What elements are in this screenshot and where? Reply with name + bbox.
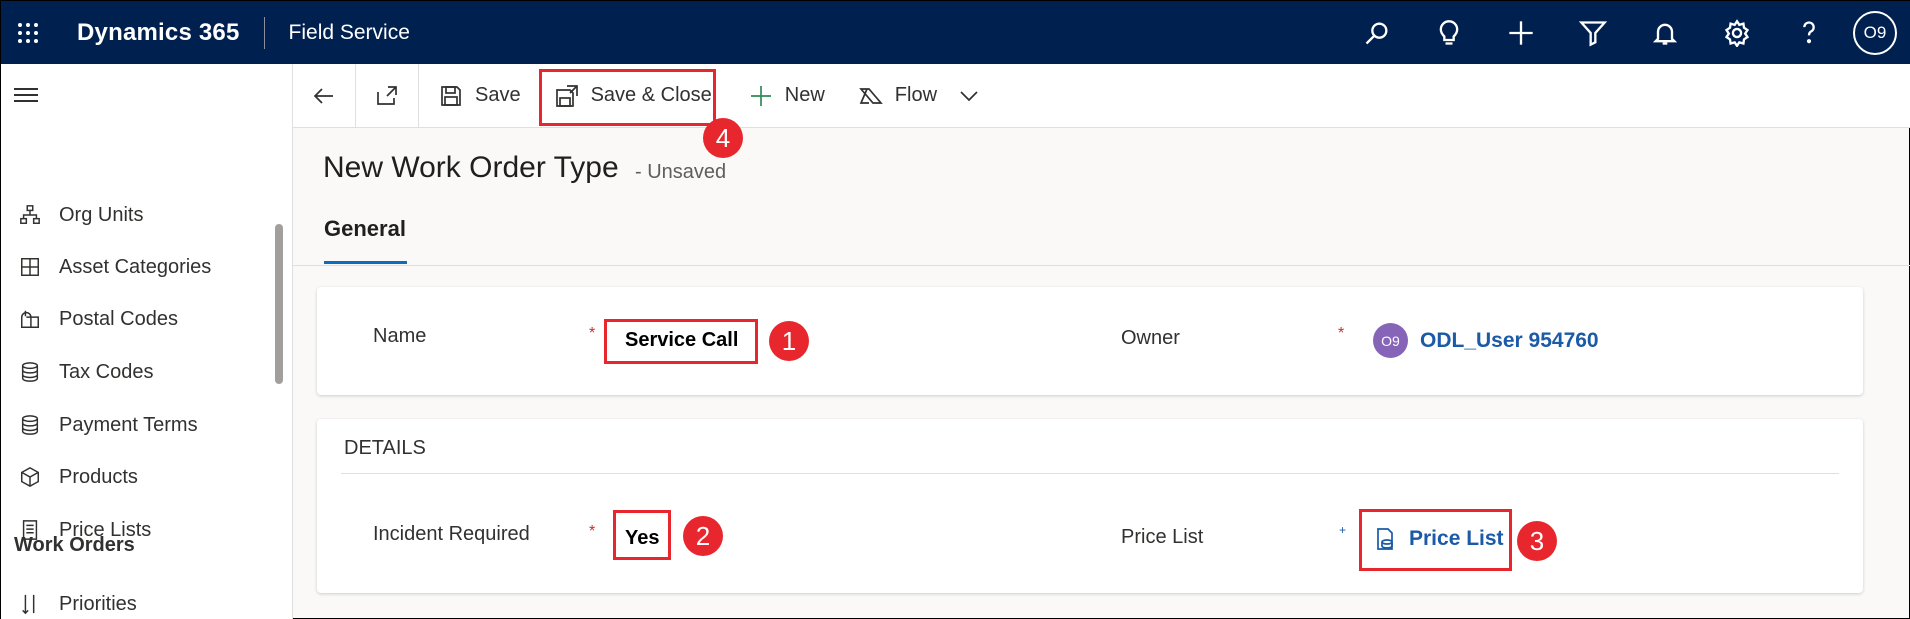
callout-badge-1: 1 bbox=[769, 321, 809, 361]
app-module-name[interactable]: Field Service bbox=[289, 21, 410, 45]
flow-dropdown-button[interactable] bbox=[957, 64, 981, 128]
open-in-new-window-icon bbox=[377, 85, 397, 105]
owner-avatar: O9 bbox=[1373, 323, 1408, 358]
command-bar: Save Save & Close New Flow bbox=[293, 63, 1910, 128]
price-list-label: Price List bbox=[1121, 526, 1204, 548]
sidebar-item-label: Tax Codes bbox=[59, 360, 154, 383]
callout-badge-3: 3 bbox=[1517, 521, 1557, 561]
coins-icon bbox=[21, 415, 39, 435]
owner-label: Owner bbox=[1121, 327, 1180, 349]
page-title: New Work Order Type bbox=[323, 151, 619, 184]
sidebar-item-label: Postal Codes bbox=[59, 307, 178, 330]
user-avatar[interactable]: O9 bbox=[1853, 10, 1897, 55]
unsaved-status: - Unsaved bbox=[635, 161, 727, 183]
active-tab-indicator bbox=[324, 261, 407, 264]
sidebar-scrollbar[interactable] bbox=[275, 224, 283, 384]
new-button[interactable]: New bbox=[749, 64, 825, 128]
plus-icon bbox=[750, 85, 771, 106]
back-button[interactable] bbox=[293, 63, 356, 128]
sort-icon bbox=[22, 594, 35, 615]
required-indicator: * bbox=[1338, 325, 1345, 342]
general-card bbox=[317, 287, 1863, 395]
sidebar-section-work-orders: Work Orders bbox=[14, 534, 135, 556]
save-button[interactable]: Save bbox=[439, 64, 521, 128]
org-chart-icon bbox=[20, 205, 40, 224]
plus-icon[interactable] bbox=[1485, 1, 1557, 64]
flow-label: Flow bbox=[894, 84, 938, 106]
sidebar: Org Units Asset Categories Postal Codes … bbox=[1, 64, 293, 619]
save-label: Save bbox=[475, 84, 521, 106]
hamburger-icon[interactable] bbox=[14, 88, 38, 106]
mailbox-icon bbox=[21, 310, 39, 328]
callout-badge-2: 2 bbox=[683, 516, 723, 556]
box-icon bbox=[21, 466, 39, 488]
owner-name-link[interactable]: ODL_User 954760 bbox=[1420, 329, 1599, 353]
new-label: New bbox=[784, 84, 825, 106]
lightbulb-icon[interactable] bbox=[1413, 1, 1485, 64]
sidebar-item-label: Payment Terms bbox=[59, 413, 198, 436]
waffle-icon bbox=[18, 22, 38, 43]
coins-icon bbox=[21, 362, 39, 382]
sidebar-item-tax-codes[interactable]: Tax Codes bbox=[1, 350, 271, 394]
sidebar-item-products[interactable]: Products bbox=[1, 455, 271, 499]
price-list-icon bbox=[1377, 528, 1393, 550]
sidebar-item-payment-terms[interactable]: Payment Terms bbox=[1, 403, 271, 447]
chevron-down-icon bbox=[960, 90, 978, 101]
incident-required-field[interactable]: Yes bbox=[625, 527, 659, 550]
sidebar-item-postal-codes[interactable]: Postal Codes bbox=[1, 297, 271, 341]
app-launcher-button[interactable] bbox=[1, 1, 55, 64]
filter-icon[interactable] bbox=[1557, 1, 1629, 64]
flow-icon bbox=[858, 87, 883, 104]
back-arrow-icon bbox=[313, 87, 333, 104]
owner-lookup[interactable]: O9 ODL_User 954760 bbox=[1373, 323, 1599, 358]
title-divider bbox=[263, 16, 265, 49]
callout-badge-4: 4 bbox=[703, 118, 743, 158]
help-icon[interactable] bbox=[1773, 1, 1845, 64]
details-section-heading: DETAILS bbox=[344, 437, 426, 459]
required-indicator: * bbox=[589, 523, 596, 540]
sidebar-item-label: Asset Categories bbox=[59, 255, 212, 278]
recommended-indicator: + bbox=[1339, 523, 1347, 537]
save-icon bbox=[441, 85, 461, 106]
top-bar: Dynamics 365 Field Service O9 bbox=[1, 1, 1910, 64]
details-card bbox=[317, 419, 1863, 593]
price-list-link[interactable]: Price List bbox=[1409, 527, 1504, 551]
tab-general[interactable]: General bbox=[324, 216, 406, 242]
price-list-lookup[interactable]: Price List bbox=[1373, 527, 1504, 551]
sidebar-item-asset-categories[interactable]: Asset Categories bbox=[1, 245, 271, 289]
required-indicator: * bbox=[589, 325, 596, 342]
header-divider bbox=[293, 265, 1910, 266]
sidebar-item-label: Org Units bbox=[59, 203, 144, 226]
save-close-highlight bbox=[539, 69, 716, 126]
sidebar-item-priorities[interactable]: Priorities bbox=[1, 582, 271, 619]
flow-button[interactable]: Flow bbox=[858, 64, 938, 128]
gear-icon[interactable] bbox=[1701, 1, 1773, 64]
incident-required-label: Incident Required bbox=[373, 523, 530, 545]
asset-icon bbox=[21, 258, 39, 276]
sidebar-item-label: Priorities bbox=[59, 592, 137, 615]
sidebar-item-org-units[interactable]: Org Units bbox=[1, 193, 271, 237]
open-new-window-button[interactable] bbox=[356, 63, 419, 128]
search-icon[interactable] bbox=[1341, 1, 1413, 64]
app-title[interactable]: Dynamics 365 bbox=[77, 19, 240, 47]
bell-icon[interactable] bbox=[1629, 1, 1701, 64]
name-field[interactable]: Service Call bbox=[625, 329, 738, 352]
name-label: Name bbox=[373, 325, 427, 347]
section-divider bbox=[341, 473, 1839, 474]
sidebar-item-label: Products bbox=[59, 465, 138, 488]
